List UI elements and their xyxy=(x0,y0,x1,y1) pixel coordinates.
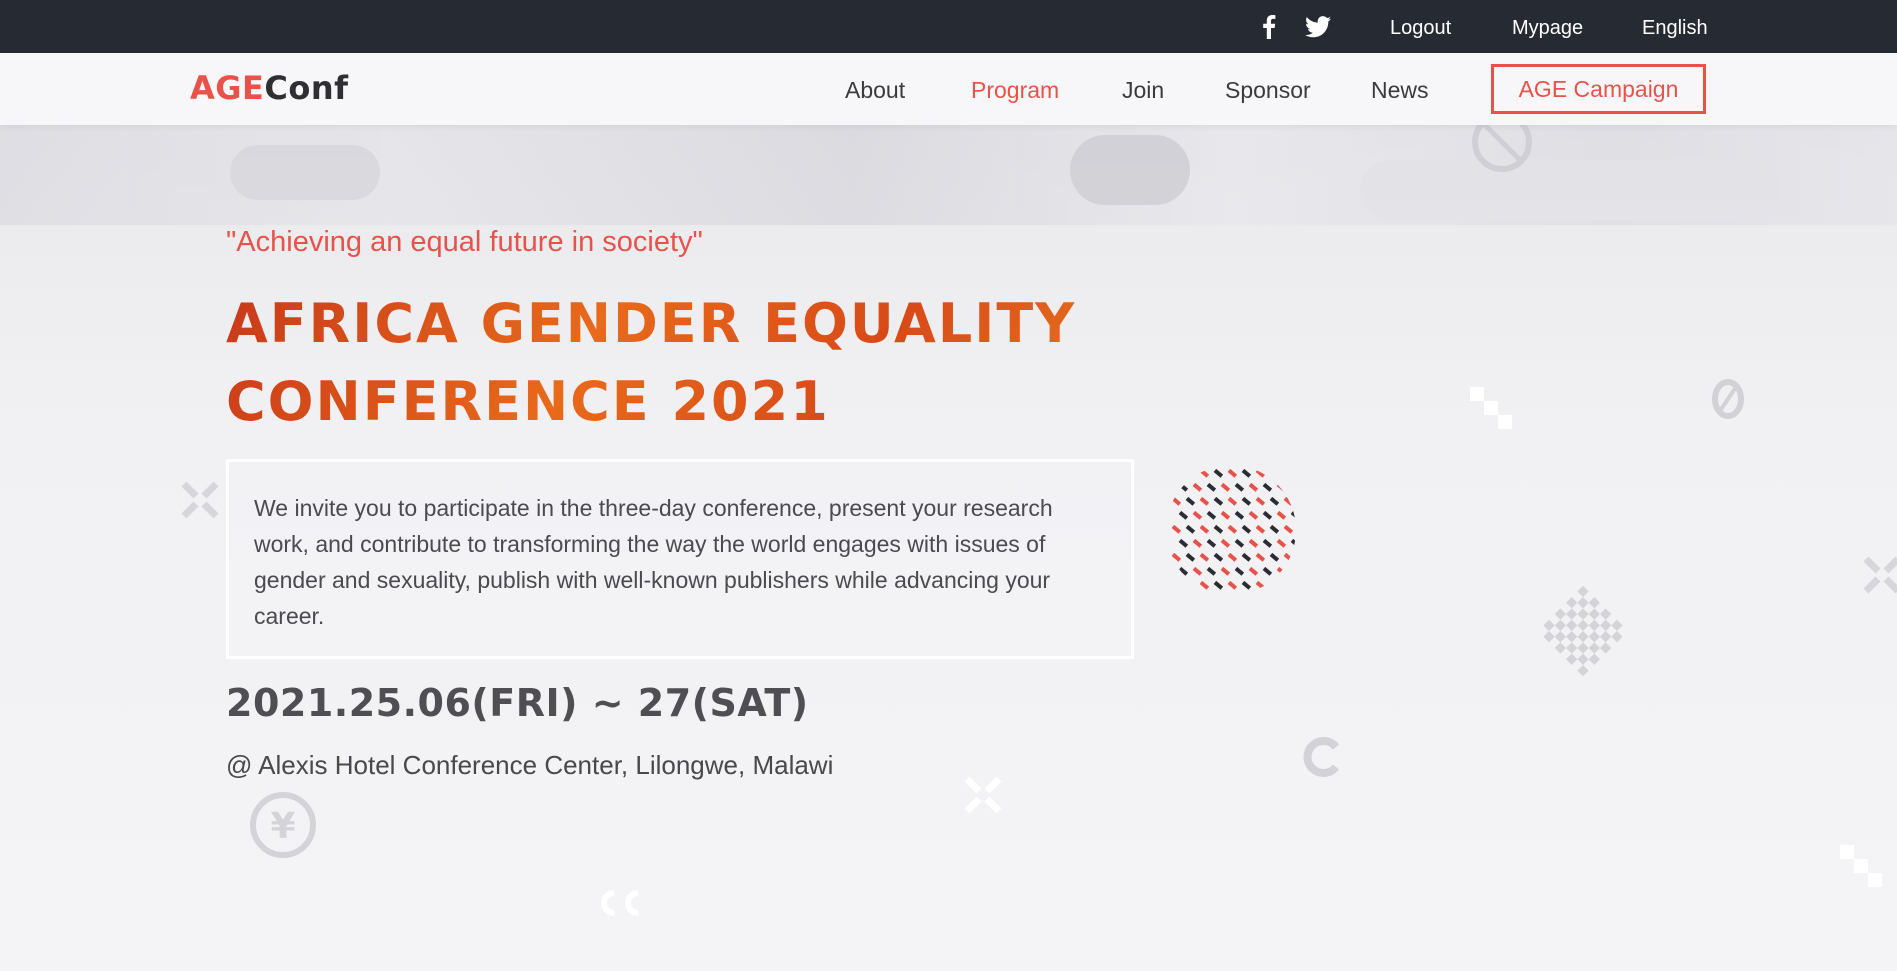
twitter-icon[interactable] xyxy=(1304,14,1332,40)
svg-text:¥: ¥ xyxy=(270,806,295,847)
pattern-circle-graphic xyxy=(1171,468,1296,590)
double-c-icon xyxy=(601,890,639,916)
pixel-steps-icon xyxy=(1470,387,1512,429)
nav-news[interactable]: News xyxy=(1371,77,1429,104)
yen-icon: ¥ xyxy=(250,792,316,858)
nav-program[interactable]: Program xyxy=(971,77,1059,104)
logout-link[interactable]: Logout xyxy=(1390,17,1451,40)
c-letter-icon xyxy=(1303,737,1340,777)
logo-part-2: Conf xyxy=(264,69,349,107)
conference-venue: @ Alexis Hotel Conference Center, Lilong… xyxy=(226,750,834,780)
main-nav: AGEConf About Program Join Sponsor News … xyxy=(0,53,1897,125)
mypage-link[interactable]: Mypage xyxy=(1512,17,1583,40)
logo-part-1: AGE xyxy=(190,69,265,107)
nav-about[interactable]: About xyxy=(845,77,905,104)
invitation-text: We invite you to participate in the thre… xyxy=(254,495,1053,629)
no-dollar-icon xyxy=(1472,125,1532,172)
language-link[interactable]: English xyxy=(1642,17,1708,40)
cross-icon xyxy=(181,481,219,519)
cross-icon-2 xyxy=(964,776,1002,814)
conference-date: 2021.25.06(FRI) ~ 27(SAT) xyxy=(226,681,809,725)
nav-join[interactable]: Join xyxy=(1122,77,1164,104)
zero-icon xyxy=(1712,379,1744,419)
top-bar: Logout Mypage English xyxy=(0,0,1897,53)
facebook-icon[interactable] xyxy=(1255,14,1283,40)
conference-title: AFRICA GENDER EQUALITY CONFERENCE 2021 xyxy=(226,285,1126,441)
conference-title-line-1: AFRICA GENDER EQUALITY xyxy=(226,292,1077,355)
invitation-box: We invite you to participate in the thre… xyxy=(226,459,1134,659)
cross-icon-3 xyxy=(1863,556,1897,594)
hero-section: ¥ "Achieving an equal future in society"… xyxy=(0,125,1897,971)
hero-tagline: "Achieving an equal future in society" xyxy=(226,226,703,258)
hero-background-photo xyxy=(0,125,1897,225)
pixel-steps-icon-2 xyxy=(1840,845,1882,887)
age-campaign-button[interactable]: AGE Campaign xyxy=(1491,64,1706,114)
checker-diamond-icon xyxy=(1543,585,1623,677)
site-logo[interactable]: AGEConf xyxy=(190,69,349,107)
conference-title-line-2: CONFERENCE 2021 xyxy=(226,370,830,433)
nav-sponsor[interactable]: Sponsor xyxy=(1225,77,1311,104)
